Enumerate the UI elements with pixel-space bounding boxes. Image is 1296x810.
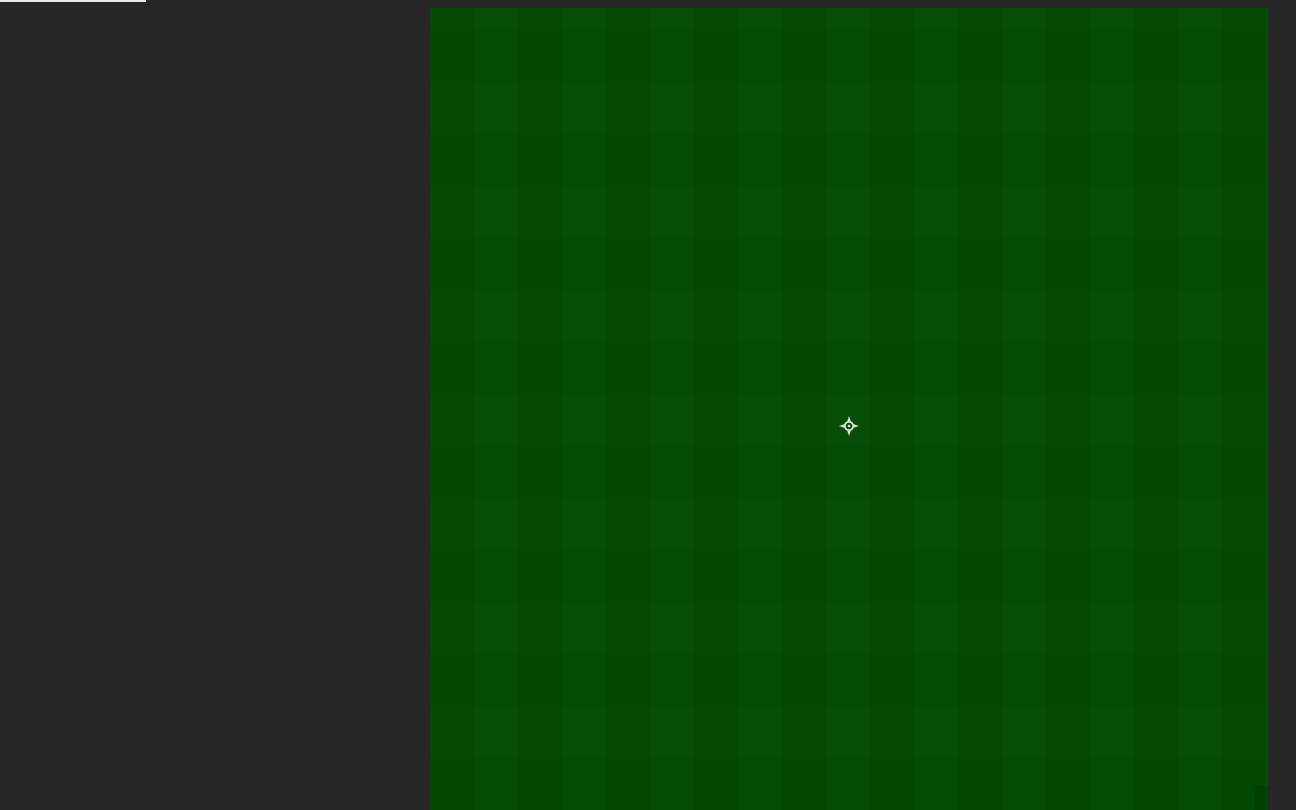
left-side-panel [0, 2, 430, 810]
game-window [0, 0, 1296, 810]
game-canvas[interactable] [430, 8, 1268, 810]
resize-handle[interactable] [1254, 786, 1268, 810]
crosshair-icon[interactable] [838, 415, 860, 437]
field-texture [430, 8, 1268, 810]
right-gutter [1268, 0, 1296, 810]
